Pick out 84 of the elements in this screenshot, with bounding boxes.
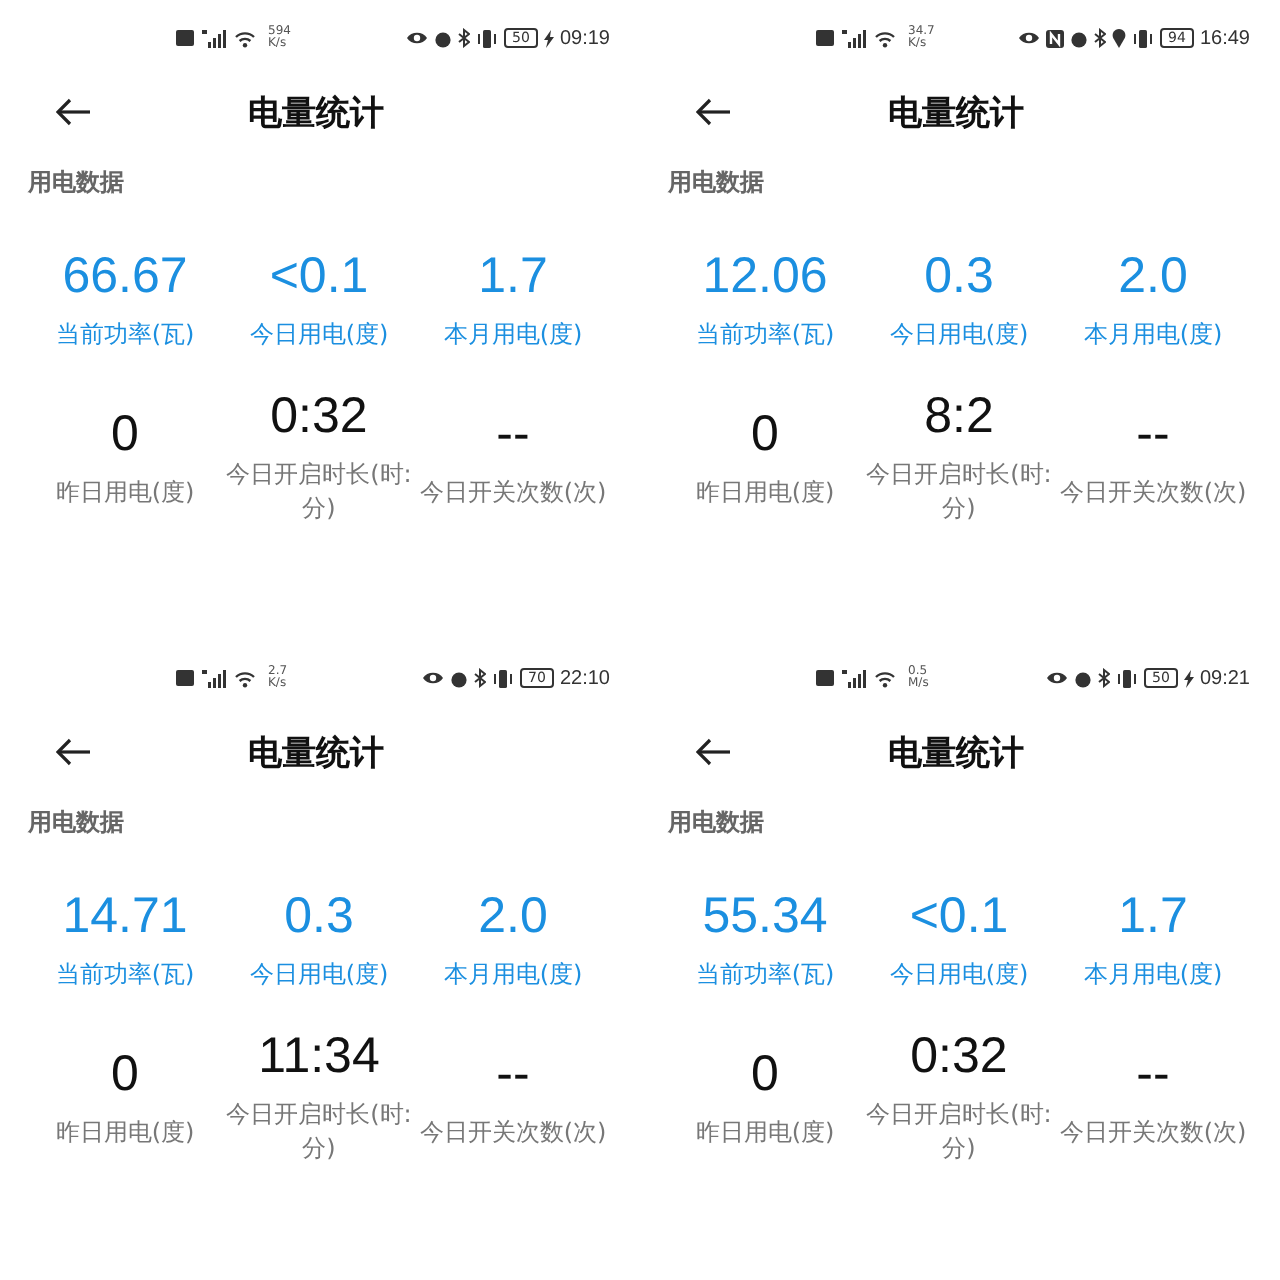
- stat-value: 2.0: [478, 888, 548, 946]
- signal-icon: [202, 29, 226, 47]
- stat-value: 8:2: [924, 388, 994, 446]
- section-heading: 用电数据: [668, 806, 766, 840]
- stat-label: 昨日用电(度): [55, 1115, 195, 1149]
- stat-value: 0: [111, 1045, 139, 1103]
- stat-label: 本月用电(度): [1083, 318, 1223, 352]
- stat-label: 本月用电(度): [443, 318, 583, 352]
- bluetooth-icon: [474, 668, 487, 688]
- stat-label: 今日开启时长(时:分): [225, 1098, 413, 1166]
- page-title: 电量统计: [888, 731, 1024, 775]
- stat-label: 今日开关次数(次): [1059, 475, 1247, 509]
- stat-value: 0: [751, 1045, 779, 1103]
- stat-value: 0: [111, 405, 139, 463]
- stat-label: 今日用电(度): [249, 318, 389, 352]
- vibrate-icon: [476, 29, 499, 47]
- eye-icon: [422, 670, 445, 686]
- stat-label: 今日开关次数(次): [419, 1115, 607, 1149]
- vibrate-icon: [1132, 29, 1155, 47]
- stat-label: 昨日用电(度): [695, 475, 835, 509]
- stat-label: 今日开启时长(时:分): [865, 1098, 1053, 1166]
- status-time: 09:21: [1199, 667, 1250, 689]
- wifi-icon: [234, 669, 256, 687]
- stat-value: 11:34: [258, 1028, 380, 1086]
- stat-label: 昨日用电(度): [55, 475, 195, 509]
- stat-label: 当前功率(瓦): [55, 958, 195, 992]
- stat-value: --: [496, 405, 530, 463]
- signal-icon: [202, 669, 226, 687]
- section-heading: 用电数据: [28, 166, 126, 200]
- stat-value: 12.06: [702, 248, 828, 306]
- stat-label: 当前功率(瓦): [695, 958, 835, 992]
- stat-value: <0.1: [909, 888, 1009, 946]
- status-time: 22:10: [559, 667, 610, 689]
- stat-value: 14.71: [62, 888, 188, 946]
- stat-value: 1.7: [478, 248, 548, 306]
- stat-label: 本月用电(度): [443, 958, 583, 992]
- back-arrow-icon: [696, 98, 732, 126]
- stat-label: 当前功率(瓦): [695, 318, 835, 352]
- stat-label: 今日用电(度): [889, 318, 1029, 352]
- section-heading: 用电数据: [668, 166, 766, 200]
- stat-value: 0.3: [284, 888, 354, 946]
- bluetooth-icon: [458, 28, 471, 48]
- wifi-icon: [874, 29, 896, 47]
- stat-value: --: [1136, 1045, 1170, 1103]
- page-title: 电量统计: [888, 91, 1024, 135]
- stat-value: 2.0: [1118, 248, 1188, 306]
- eye-icon: [406, 30, 429, 46]
- back-arrow-icon: [696, 738, 732, 766]
- stat-label: 今日开关次数(次): [419, 475, 607, 509]
- vibrate-icon: [492, 669, 515, 687]
- status-time: 09:19: [559, 27, 610, 49]
- signal-icon: [842, 669, 866, 687]
- wifi-icon: [874, 669, 896, 687]
- stat-value: --: [1136, 405, 1170, 463]
- stat-label: 今日开启时长(时:分): [865, 458, 1053, 526]
- stat-value: 0: [751, 405, 779, 463]
- stat-label: 本月用电(度): [1083, 958, 1223, 992]
- stat-value: 66.67: [62, 248, 188, 306]
- back-arrow-icon: [56, 98, 92, 126]
- stat-label: 昨日用电(度): [695, 1115, 835, 1149]
- stat-label: 今日开启时长(时:分): [225, 458, 413, 526]
- stat-label: 今日开关次数(次): [1059, 1115, 1247, 1149]
- section-heading: 用电数据: [28, 806, 126, 840]
- stat-value: 0:32: [270, 388, 368, 446]
- bluetooth-icon: [1098, 668, 1111, 688]
- wifi-icon: [234, 29, 256, 47]
- stat-value: --: [496, 1045, 530, 1103]
- stat-label: 今日用电(度): [889, 958, 1029, 992]
- stat-label: 当前功率(瓦): [55, 318, 195, 352]
- page-title: 电量统计: [248, 91, 384, 135]
- eye-icon: [1018, 30, 1041, 46]
- vibrate-icon: [1116, 669, 1139, 687]
- stat-label: 今日用电(度): [249, 958, 389, 992]
- eye-icon: [1046, 670, 1069, 686]
- stat-value: 1.7: [1118, 888, 1188, 946]
- back-arrow-icon: [56, 738, 92, 766]
- stat-value: 0.3: [924, 248, 994, 306]
- bluetooth-icon: [1094, 28, 1107, 48]
- stat-value: 55.34: [702, 888, 828, 946]
- stat-value: 0:32: [910, 1028, 1008, 1086]
- signal-icon: [842, 29, 866, 47]
- stat-value: <0.1: [269, 248, 369, 306]
- page-title: 电量统计: [248, 731, 384, 775]
- status-time: 16:49: [1199, 27, 1250, 49]
